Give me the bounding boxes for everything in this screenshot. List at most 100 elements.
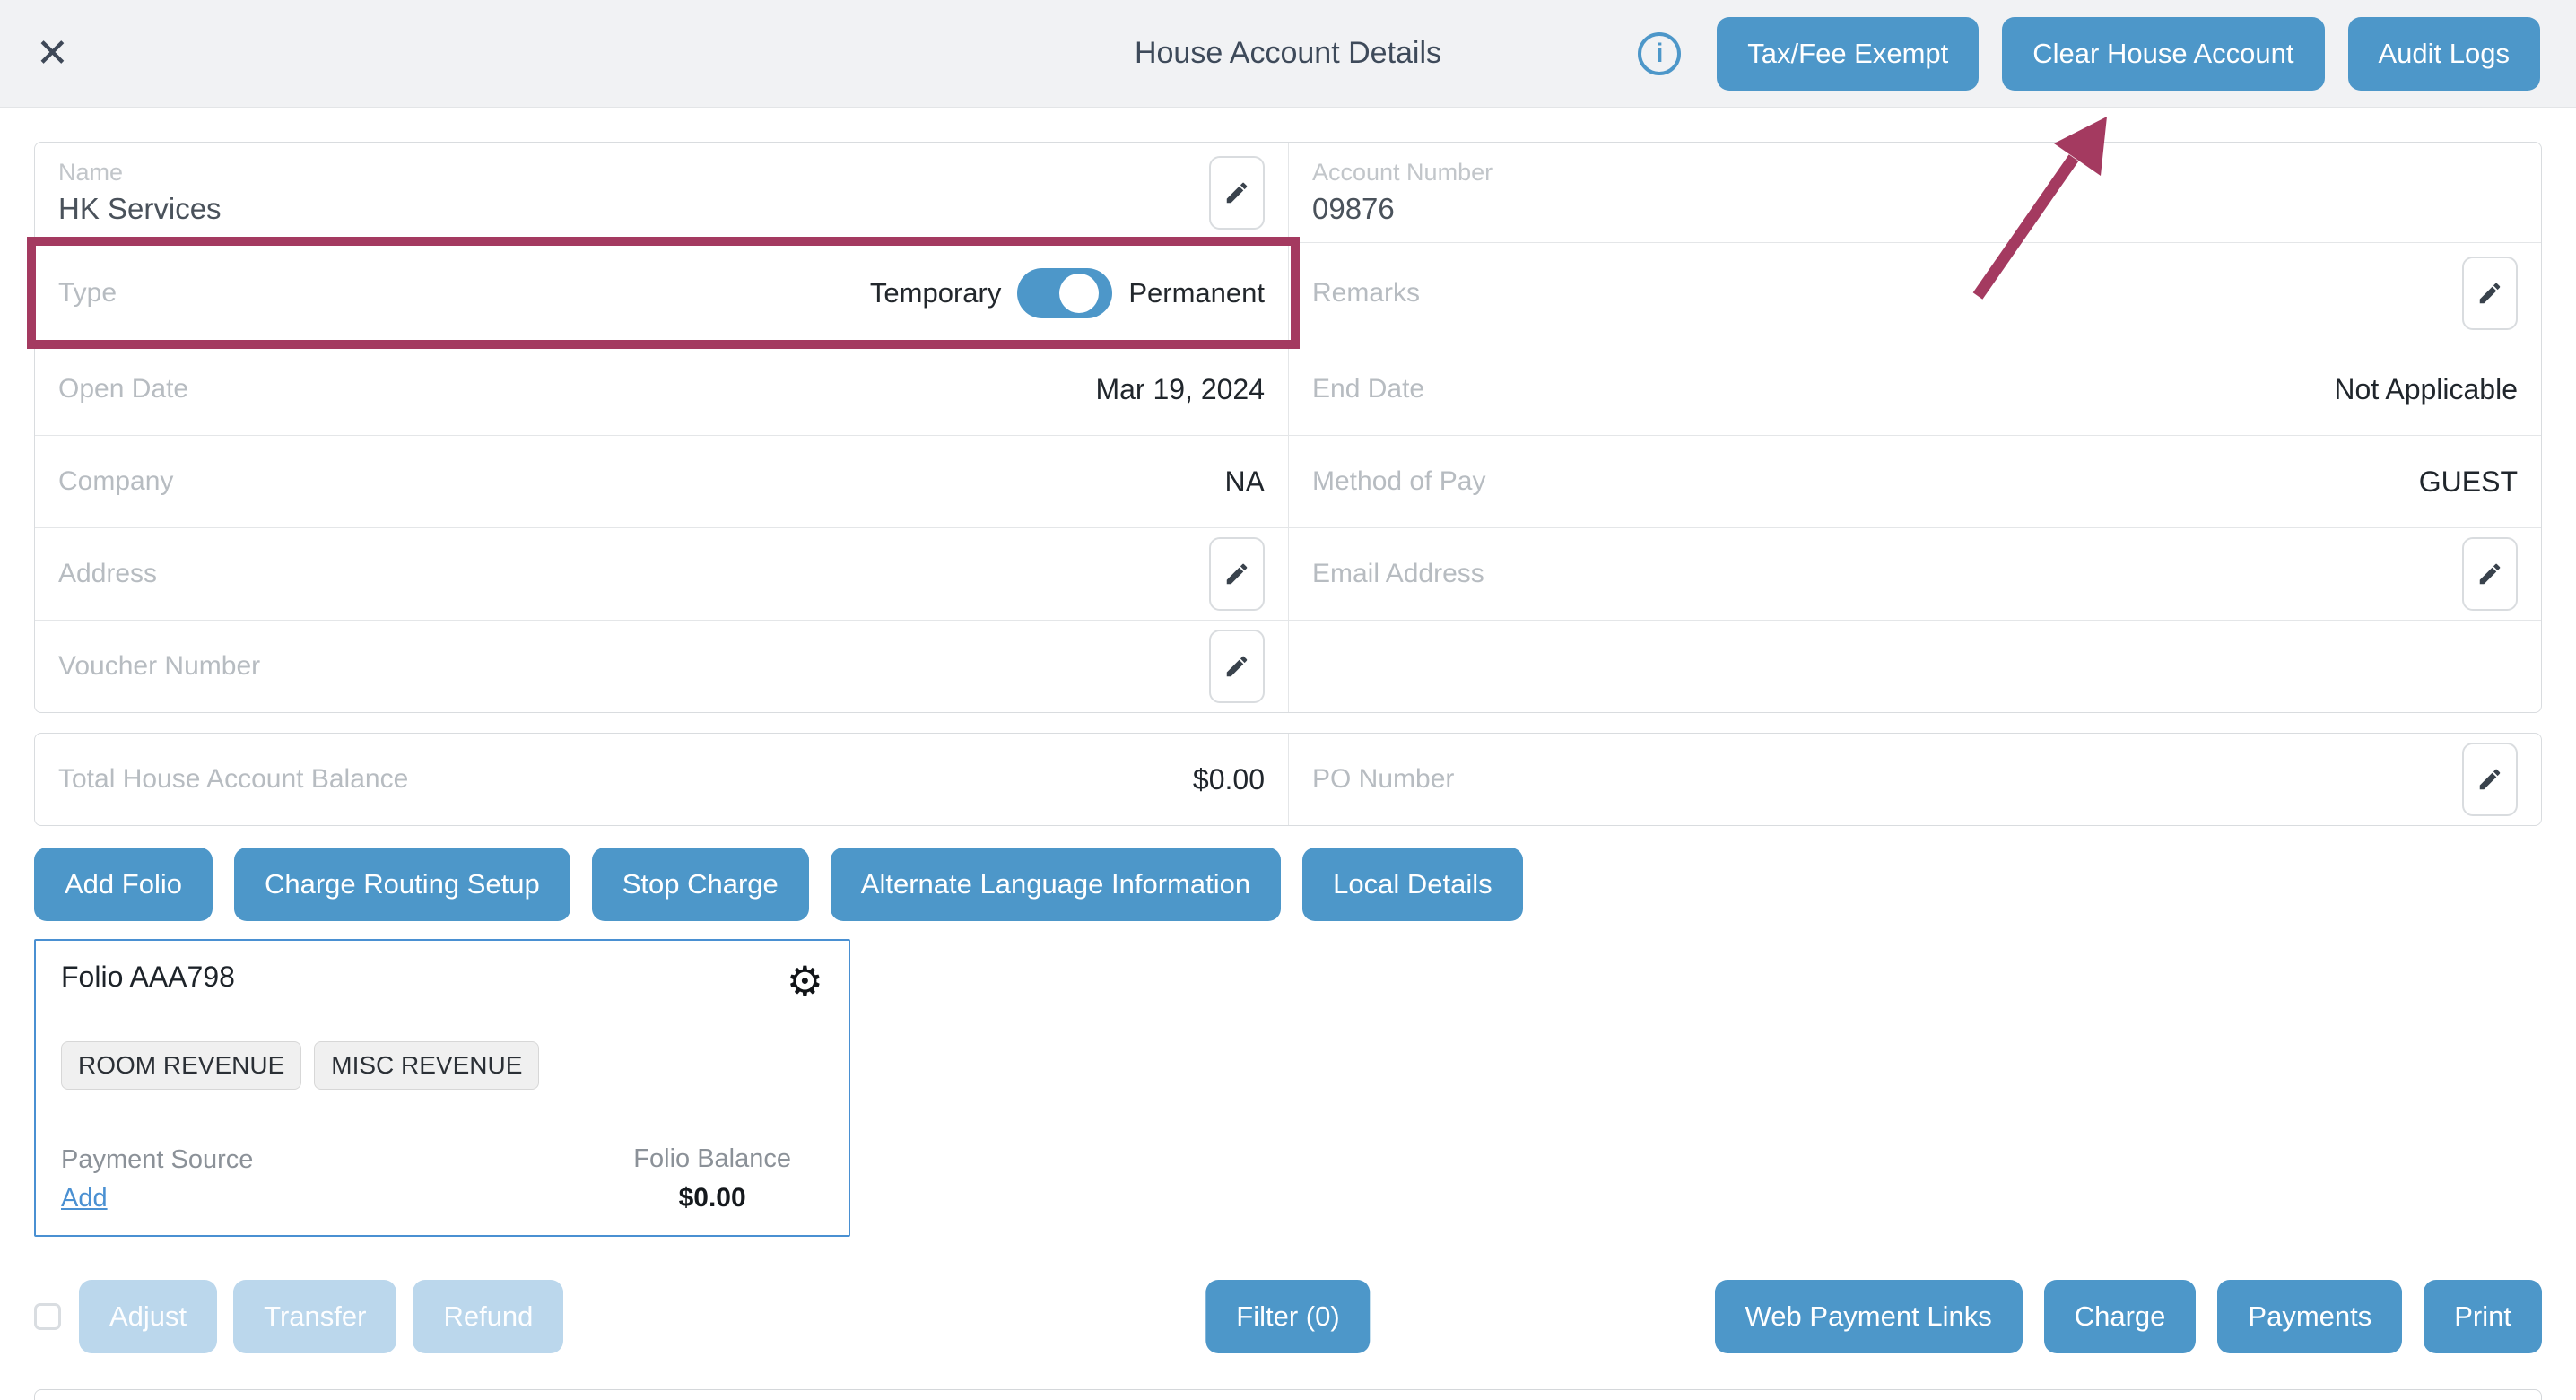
company-label: Company	[58, 466, 173, 497]
pencil-icon	[2476, 280, 2503, 307]
type-option-temporary: Temporary	[870, 277, 1001, 309]
alternate-language-information-button[interactable]: Alternate Language Information	[831, 848, 1281, 921]
end-date-field: End Date Not Applicable	[1288, 343, 2541, 435]
local-details-button[interactable]: Local Details	[1302, 848, 1522, 921]
transactions-toolbar: Adjust Transfer Refund Filter (0) Web Pa…	[34, 1280, 2542, 1353]
open-date-label: Open Date	[58, 374, 188, 404]
folio-card-footer: Payment Source Add Folio Balance $0.00	[61, 1144, 823, 1213]
total-balance-field: Total House Account Balance $0.00	[35, 734, 1288, 825]
clear-house-account-button[interactable]: Clear House Account	[2002, 17, 2324, 91]
row-name-accountnumber: Name HK Services Account Number 09876	[35, 143, 2541, 242]
top-bar: ✕ House Account Details i Tax/Fee Exempt…	[0, 0, 2576, 108]
end-date-value: Not Applicable	[2334, 373, 2518, 406]
charge-routing-setup-button[interactable]: Charge Routing Setup	[234, 848, 570, 921]
type-field: Type Temporary Permanent	[35, 243, 1288, 343]
total-balance-label: Total House Account Balance	[58, 764, 408, 795]
account-number-label: Account Number	[1312, 159, 1493, 187]
payment-source-label: Payment Source	[61, 1145, 253, 1175]
folio-card-header: Folio AAA798 ⚙	[61, 961, 823, 1002]
remarks-field: Remarks	[1288, 243, 2541, 343]
type-toggle[interactable]	[1017, 268, 1112, 318]
folio-tag-misc-revenue: MISC REVENUE	[314, 1041, 539, 1090]
transactions-table-edge	[34, 1389, 2542, 1400]
pencil-icon	[2476, 561, 2503, 587]
row-address-email: Address Email Address	[35, 527, 2541, 620]
row-vouchernumber: Voucher Number	[35, 620, 2541, 712]
folio-title: Folio AAA798	[61, 961, 235, 994]
type-label: Type	[58, 278, 117, 309]
gear-icon[interactable]: ⚙	[787, 961, 823, 1002]
folio-tags: ROOM REVENUE MISC REVENUE	[61, 1041, 823, 1090]
folio-balance-value: $0.00	[633, 1183, 791, 1213]
name-stack: Name HK Services	[58, 159, 222, 226]
pencil-icon	[1223, 561, 1250, 587]
voucher-number-label: Voucher Number	[58, 651, 260, 682]
company-value: NA	[1225, 465, 1265, 499]
toggle-knob	[1059, 274, 1099, 313]
account-details-panel: Name HK Services Account Number 09876 Ty…	[34, 142, 2542, 713]
pencil-icon	[2476, 766, 2503, 793]
end-date-label: End Date	[1312, 374, 1424, 404]
method-of-pay-label: Method of Pay	[1312, 466, 1485, 497]
tax-fee-exempt-button[interactable]: Tax/Fee Exempt	[1717, 17, 1979, 91]
method-of-pay-field: Method of Pay GUEST	[1288, 436, 2541, 527]
account-number-value: 09876	[1312, 192, 1493, 226]
print-button[interactable]: Print	[2424, 1280, 2542, 1353]
refund-button[interactable]: Refund	[413, 1280, 563, 1353]
transactions-right-actions: Web Payment Links Charge Payments Print	[1715, 1280, 2542, 1353]
pencil-icon	[1223, 179, 1250, 206]
account-number-field: Account Number 09876	[1288, 143, 2541, 242]
row-company-methodofpay: Company NA Method of Pay GUEST	[35, 435, 2541, 527]
address-label: Address	[58, 559, 157, 589]
company-field: Company NA	[35, 436, 1288, 527]
name-label: Name	[58, 159, 222, 187]
row-balance-ponumber: Total House Account Balance $0.00 PO Num…	[35, 734, 2541, 825]
row-opendate-enddate: Open Date Mar 19, 2024 End Date Not Appl…	[35, 343, 2541, 435]
name-field: Name HK Services	[35, 143, 1288, 242]
po-number-field: PO Number	[1288, 734, 2541, 825]
top-bar-actions: i Tax/Fee Exempt Clear House Account Aud…	[1638, 17, 2540, 91]
folio-tag-room-revenue: ROOM REVENUE	[61, 1041, 301, 1090]
row-type-remarks: Type Temporary Permanent Remarks	[35, 242, 2541, 343]
voucher-number-field: Voucher Number	[35, 621, 1288, 712]
folio-actions-row: Add Folio Charge Routing Setup Stop Char…	[34, 848, 2542, 921]
edit-voucher-button[interactable]	[1209, 630, 1265, 703]
folio-balance-block: Folio Balance $0.00	[633, 1144, 791, 1213]
payment-source-block: Payment Source Add	[61, 1145, 253, 1213]
email-address-field: Email Address	[1288, 528, 2541, 620]
adjust-button[interactable]: Adjust	[79, 1280, 217, 1353]
charge-button[interactable]: Charge	[2044, 1280, 2197, 1353]
web-payment-links-button[interactable]: Web Payment Links	[1715, 1280, 2023, 1353]
account-number-stack: Account Number 09876	[1312, 159, 1493, 226]
folio-balance-label: Folio Balance	[633, 1144, 791, 1174]
filter-button[interactable]: Filter (0)	[1205, 1280, 1370, 1353]
audit-logs-button[interactable]: Audit Logs	[2348, 17, 2541, 91]
method-of-pay-value: GUEST	[2419, 465, 2518, 499]
type-option-permanent: Permanent	[1128, 277, 1265, 309]
transfer-button[interactable]: Transfer	[233, 1280, 396, 1353]
balance-panel: Total House Account Balance $0.00 PO Num…	[34, 733, 2542, 826]
po-number-label: PO Number	[1312, 764, 1454, 795]
remarks-label: Remarks	[1312, 278, 1420, 309]
edit-name-button[interactable]	[1209, 156, 1265, 230]
add-folio-button[interactable]: Add Folio	[34, 848, 213, 921]
address-field: Address	[35, 528, 1288, 620]
edit-address-button[interactable]	[1209, 537, 1265, 611]
empty-cell	[1288, 621, 2541, 712]
type-toggle-group: Temporary Permanent	[870, 268, 1265, 318]
close-icon[interactable]: ✕	[36, 34, 69, 74]
total-balance-value: $0.00	[1193, 763, 1265, 796]
edit-remarks-button[interactable]	[2462, 257, 2518, 330]
select-all-checkbox[interactable]	[34, 1303, 61, 1330]
folio-card[interactable]: Folio AAA798 ⚙ ROOM REVENUE MISC REVENUE…	[34, 939, 850, 1237]
email-address-label: Email Address	[1312, 559, 1484, 589]
add-payment-source-link[interactable]: Add	[61, 1184, 108, 1213]
stop-charge-button[interactable]: Stop Charge	[592, 848, 809, 921]
name-value: HK Services	[58, 192, 222, 226]
payments-button[interactable]: Payments	[2217, 1280, 2402, 1353]
pencil-icon	[1223, 653, 1250, 680]
edit-po-number-button[interactable]	[2462, 743, 2518, 816]
open-date-field: Open Date Mar 19, 2024	[35, 343, 1288, 435]
info-icon[interactable]: i	[1638, 32, 1681, 75]
edit-email-button[interactable]	[2462, 537, 2518, 611]
